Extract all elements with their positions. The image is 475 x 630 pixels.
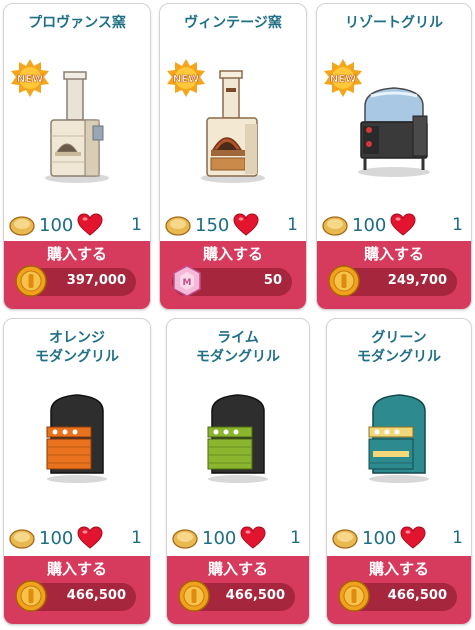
price-pill: 466,500: [178, 580, 295, 612]
heart-icon: [400, 526, 426, 549]
item-card-orange-modern-grill[interactable]: オレンジ モダングリル 100 1 購入する 466,500: [3, 318, 151, 625]
item-card-provence-oven[interactable]: プロヴァンス窯 NEW 100 1 購入する 397,000: [3, 3, 151, 310]
heart-count: 1: [290, 528, 301, 548]
heart-icon: [77, 213, 103, 236]
heart-count: 1: [287, 215, 298, 235]
heart-count: 1: [131, 215, 142, 235]
heart-icon: [233, 213, 259, 236]
buy-button-label: 購入する: [207, 560, 268, 578]
bread-icon: [322, 216, 348, 236]
bread-icon: [165, 216, 191, 236]
bread-cost: 100: [352, 214, 387, 236]
gem-icon: M: [173, 265, 201, 297]
price-value: 50: [263, 273, 282, 288]
bread-icon: [332, 529, 358, 549]
buy-button-label: 購入する: [202, 245, 263, 263]
item-name: リゾートグリル: [345, 15, 443, 31]
buy-button[interactable]: 購入する 466,500: [327, 556, 471, 624]
heart-count: 1: [452, 215, 463, 235]
bread-icon: [9, 216, 35, 236]
item-card-resort-grill[interactable]: リゾートグリル NEW 100 1 購入する 249,700: [316, 3, 472, 310]
coin-icon: [328, 265, 360, 297]
coin-icon: [15, 265, 47, 297]
buy-button[interactable]: 購入する 397,000: [4, 241, 150, 309]
heart-count: 1: [131, 528, 142, 548]
lime-modern-grill-icon: [167, 381, 309, 509]
price-value: 249,700: [387, 273, 447, 288]
coin-icon: [338, 580, 370, 612]
price-value: 397,000: [66, 273, 126, 288]
heart-icon: [240, 526, 266, 549]
buy-button-label: 購入する: [46, 245, 107, 263]
buy-button[interactable]: 購入する M 50: [160, 241, 306, 309]
price-value: 466,500: [387, 588, 447, 603]
provence-oven-icon: [4, 66, 150, 194]
bread-icon: [9, 529, 35, 549]
item-card-lime-modern-grill[interactable]: ライム モダングリル 100 1 購入する 466,500: [166, 318, 310, 625]
green-modern-grill-icon: [327, 381, 471, 509]
item-name: ヴィンテージ窯: [184, 15, 282, 31]
bread-cost: 150: [195, 214, 230, 236]
bread-cost: 100: [362, 527, 397, 549]
item-name: グリーン モダングリル: [357, 330, 441, 365]
bread-icon: [172, 529, 198, 549]
heart-icon: [77, 526, 103, 549]
buy-button-label: 購入する: [368, 560, 429, 578]
buy-button-label: 購入する: [363, 245, 424, 263]
price-pill: 466,500: [338, 580, 457, 612]
bread-cost: 100: [202, 527, 237, 549]
bread-cost: 100: [39, 214, 74, 236]
coin-icon: [178, 580, 210, 612]
item-card-green-modern-grill[interactable]: グリーン モダングリル 100 1 購入する 466,500: [326, 318, 472, 625]
price-pill: 249,700: [328, 265, 457, 297]
price-value: 466,500: [66, 588, 126, 603]
item-name: ライム モダングリル: [196, 330, 280, 365]
buy-button[interactable]: 購入する 466,500: [4, 556, 150, 624]
coin-icon: [15, 580, 47, 612]
buy-button[interactable]: 購入する 249,700: [317, 241, 471, 309]
heart-count: 1: [452, 528, 463, 548]
svg-text:M: M: [183, 278, 192, 288]
item-name: プロヴァンス窯: [28, 15, 126, 31]
orange-modern-grill-icon: [4, 381, 150, 509]
price-pill: 466,500: [15, 580, 136, 612]
price-pill: M 50: [172, 265, 292, 297]
bread-cost: 100: [39, 527, 74, 549]
buy-button-label: 購入する: [46, 560, 107, 578]
resort-grill-icon: [317, 66, 471, 194]
item-name: オレンジ モダングリル: [35, 330, 119, 365]
price-pill: 397,000: [15, 265, 136, 297]
item-card-vintage-oven[interactable]: ヴィンテージ窯 NEW 150 1 購入する M 50: [159, 3, 307, 310]
buy-button[interactable]: 購入する 466,500: [167, 556, 309, 624]
vintage-oven-icon: [160, 66, 306, 194]
heart-icon: [390, 213, 416, 236]
price-value: 466,500: [225, 588, 285, 603]
